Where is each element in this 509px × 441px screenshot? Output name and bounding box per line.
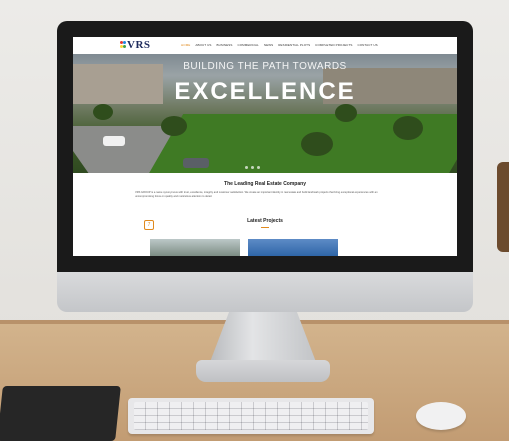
hero-tree (301, 132, 333, 156)
mouse (416, 402, 466, 430)
heading-underline (261, 227, 269, 228)
site-nav-menu: HOME ABOUT US BUSINESS COMMERCIAL NEWS R… (181, 43, 378, 47)
hero-tree (93, 104, 113, 120)
website-screen: VRS HOME ABOUT US BUSINESS COMMERCIAL NE… (73, 37, 457, 256)
hero-tree (393, 116, 423, 140)
nav-item-commercial[interactable]: COMMERCIAL (237, 43, 258, 47)
slider-dot[interactable] (251, 166, 254, 169)
latest-projects-heading: Latest Projects (247, 218, 283, 224)
nav-item-news[interactable]: NEWS (264, 43, 273, 47)
hero-slider-dots[interactable] (245, 166, 260, 169)
about-paragraph: VRS GROUP is a name synonymous with trus… (135, 191, 378, 198)
hero-banner: BUILDING THE PATH TOWARDS EXCELLENCE (73, 54, 457, 173)
nav-item-about[interactable]: ABOUT US (195, 43, 211, 47)
nav-item-home[interactable]: HOME (181, 43, 190, 47)
background-plant (497, 162, 509, 252)
monitor-stand-foot (196, 360, 330, 382)
project-thumbnail[interactable] (248, 239, 338, 256)
logo-icon (120, 41, 126, 50)
company-tagline: The Leading Real Estate Company (224, 181, 306, 187)
notebook (0, 386, 121, 441)
nav-item-business[interactable]: BUSINESS (217, 43, 233, 47)
monitor-chin (57, 272, 473, 312)
keyboard-keys (134, 402, 368, 430)
hero-subtitle: BUILDING THE PATH TOWARDS (183, 61, 347, 72)
site-content: The Leading Real Estate Company VRS GROU… (73, 173, 457, 256)
hero-car (183, 158, 209, 168)
nav-item-residential[interactable]: RESIDENTIAL PLOTS (278, 43, 310, 47)
nav-item-contact[interactable]: CONTACT US (357, 43, 377, 47)
nav-item-completed[interactable]: COMPLETED PROJECTS (315, 43, 352, 47)
hero-title: EXCELLENCE (174, 78, 356, 105)
hero-tree (335, 104, 357, 122)
slider-dot[interactable] (257, 166, 260, 169)
project-thumbnail[interactable] (150, 239, 240, 256)
hero-car (103, 136, 125, 146)
hero-tree (161, 116, 187, 136)
site-navbar: VRS HOME ABOUT US BUSINESS COMMERCIAL NE… (73, 37, 457, 54)
slider-dot[interactable] (245, 166, 248, 169)
site-logo[interactable]: VRS (127, 39, 151, 51)
